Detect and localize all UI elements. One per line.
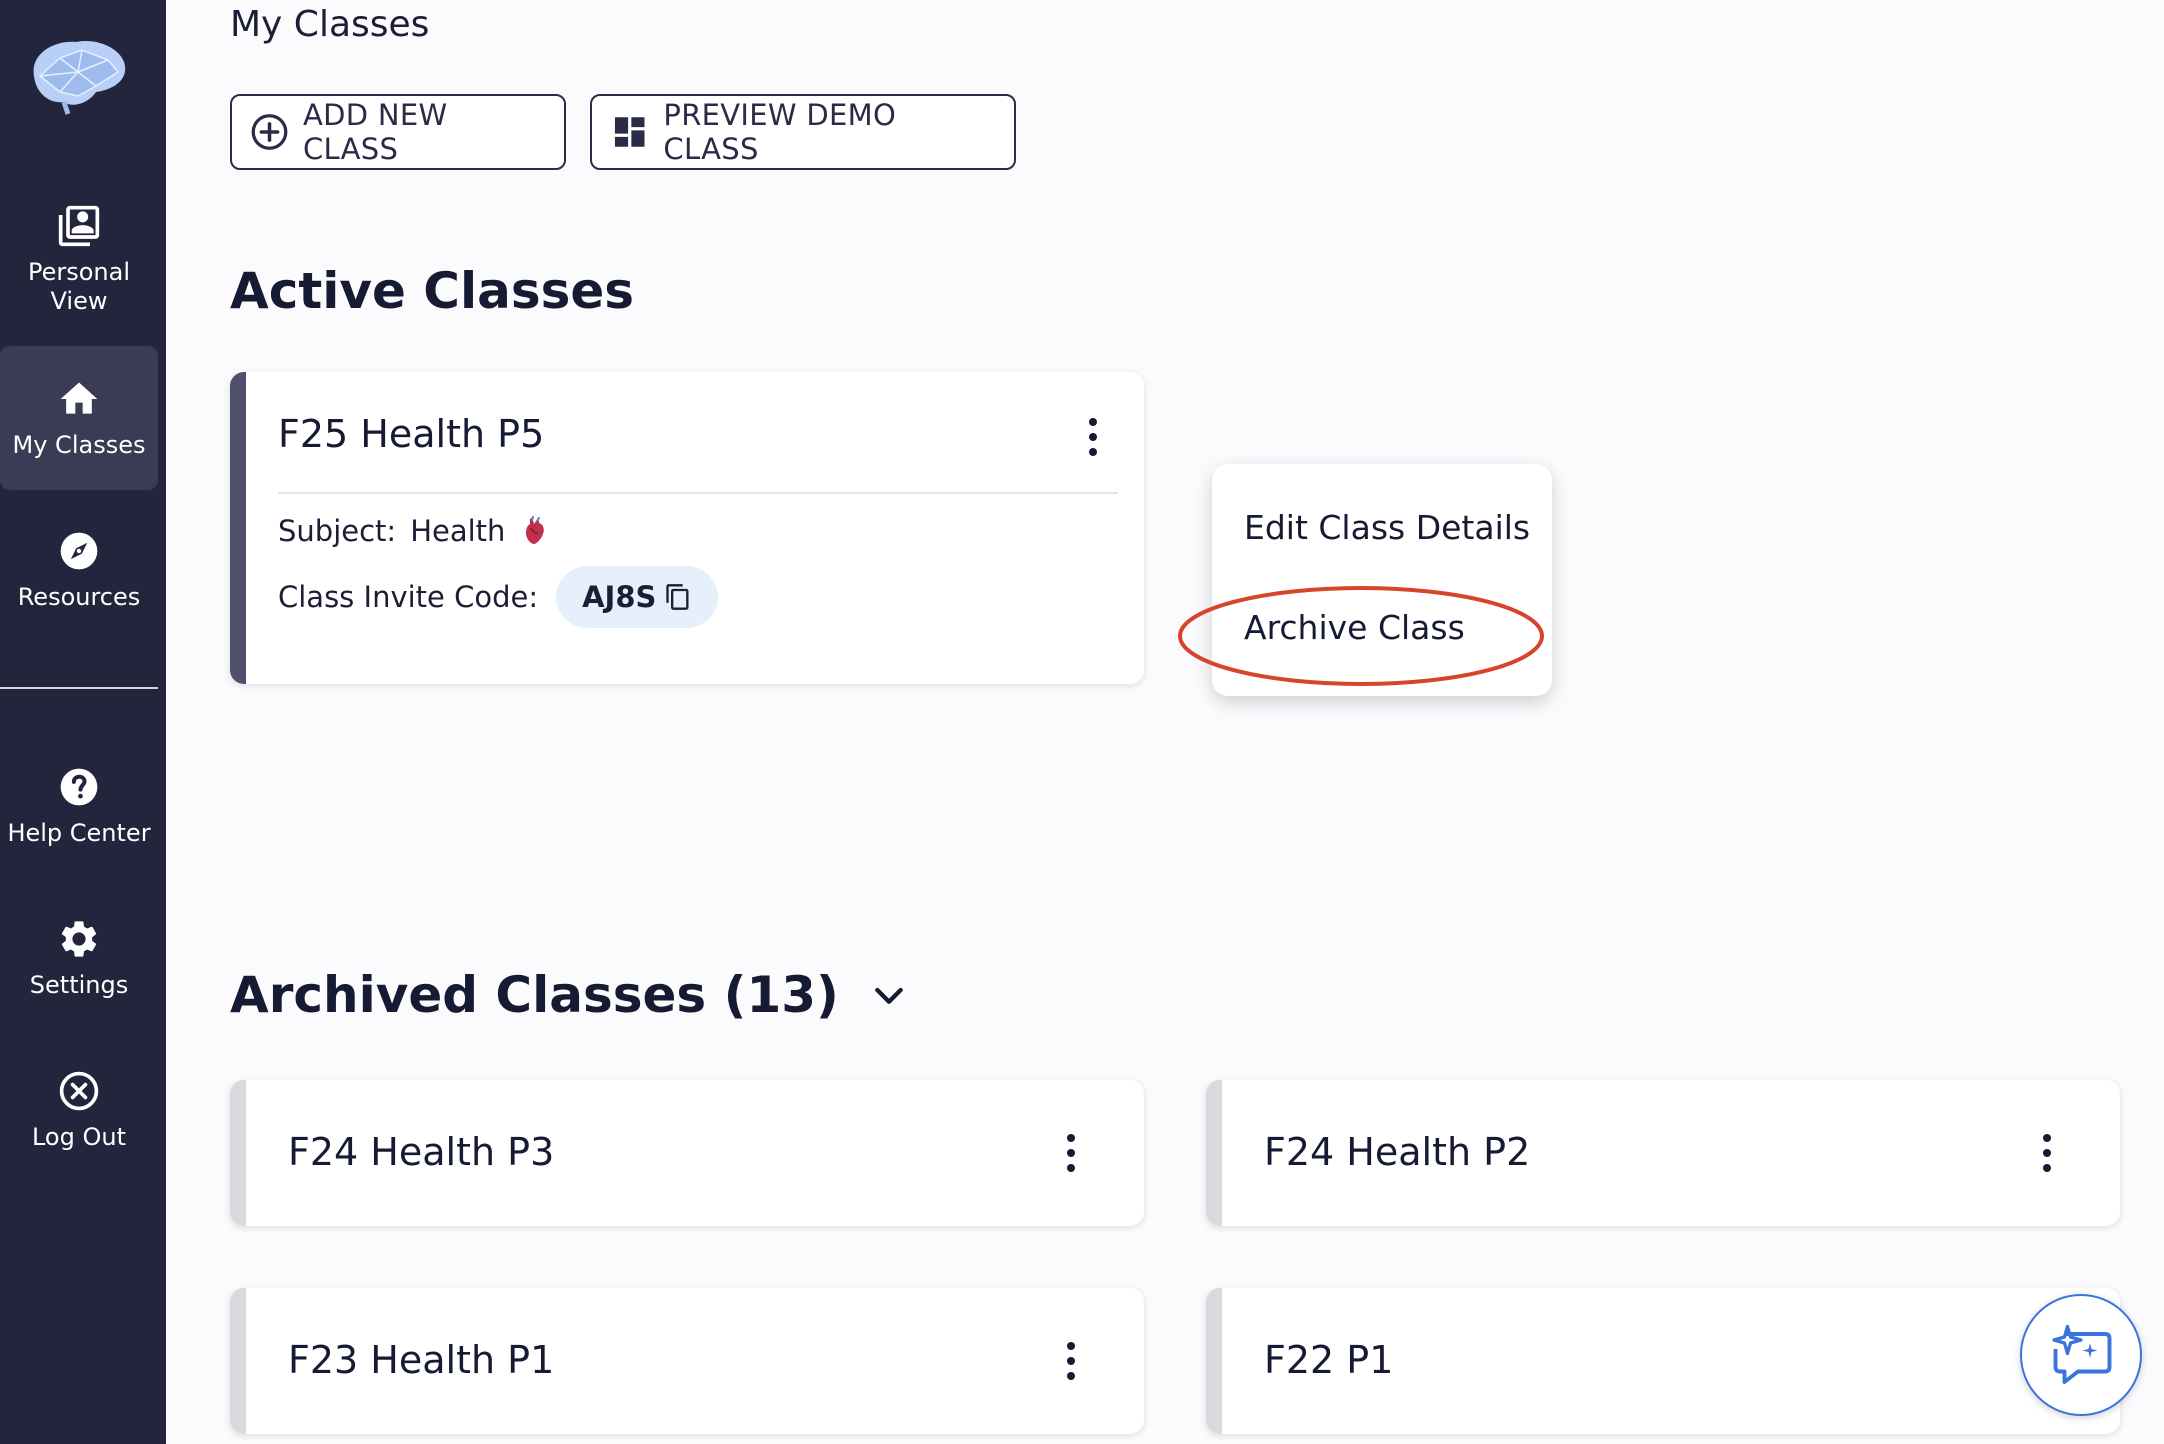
subject-label: Subject: bbox=[278, 514, 397, 548]
invite-code-chip[interactable]: AJ8S bbox=[556, 566, 719, 628]
sidebar-item-help-center[interactable]: Help Center bbox=[0, 734, 158, 878]
main-content: My Classes ADD NEW CLASS PREVIEW DEMO CL… bbox=[166, 0, 2164, 1444]
archived-classes-title: Archived Classes (13) bbox=[230, 966, 839, 1024]
compass-icon bbox=[60, 532, 98, 569]
sidebar-item-label: Log Out bbox=[31, 1122, 126, 1151]
archived-class-card[interactable]: F24 Health P2 bbox=[1206, 1080, 2120, 1226]
add-new-class-button[interactable]: ADD NEW CLASS bbox=[230, 94, 566, 170]
more-vert-icon[interactable] bbox=[1056, 1128, 1086, 1178]
invite-code-label: Class Invite Code: bbox=[278, 580, 539, 614]
class-name: F23 Health P1 bbox=[288, 1338, 555, 1382]
class-name: F22 P1 bbox=[1264, 1338, 1394, 1382]
close-circle-icon bbox=[59, 1071, 99, 1110]
invite-code-value: AJ8S bbox=[582, 580, 657, 614]
sidebar-item-label: Help Center bbox=[7, 818, 151, 847]
card-accent-bar bbox=[230, 1080, 246, 1226]
add-circle-icon bbox=[251, 114, 288, 150]
more-vert-icon[interactable] bbox=[2032, 1128, 2062, 1178]
add-new-class-label: ADD NEW CLASS bbox=[303, 98, 448, 166]
subject-value: Health bbox=[410, 514, 506, 548]
class-name: F25 Health P5 bbox=[278, 412, 545, 456]
more-vert-icon[interactable] bbox=[1078, 412, 1108, 462]
sidebar-item-label: Personal View bbox=[27, 258, 131, 315]
card-divider bbox=[278, 492, 1118, 494]
page-title: My Classes bbox=[230, 4, 430, 45]
sidebar-divider bbox=[0, 687, 158, 689]
brain-logo-icon[interactable] bbox=[26, 30, 130, 120]
sidebar: Personal View My Classes Resources Help … bbox=[0, 0, 166, 1444]
class-name: F24 Health P3 bbox=[288, 1130, 555, 1174]
card-accent-bar bbox=[230, 1288, 246, 1434]
menu-item-archive-class[interactable]: Archive Class bbox=[1244, 608, 1465, 647]
card-accent-bar bbox=[1206, 1080, 1222, 1226]
sidebar-item-settings[interactable]: Settings bbox=[0, 886, 158, 1030]
class-options-menu: Edit Class Details Archive Class bbox=[1212, 464, 1552, 696]
archived-class-card[interactable]: F23 Health P1 bbox=[230, 1288, 1144, 1434]
subject-row: Subject: Health bbox=[278, 514, 547, 548]
sidebar-item-label: Settings bbox=[29, 970, 129, 999]
copy-icon[interactable] bbox=[664, 582, 692, 612]
invite-code-row: Class Invite Code: AJ8S bbox=[278, 566, 719, 628]
card-accent-bar bbox=[1206, 1288, 1222, 1434]
menu-item-edit-class-details[interactable]: Edit Class Details bbox=[1244, 508, 1530, 547]
gear-icon bbox=[61, 920, 97, 957]
card-accent-bar bbox=[230, 372, 246, 684]
sidebar-item-log-out[interactable]: Log Out bbox=[0, 1038, 158, 1182]
more-vert-icon[interactable] bbox=[1056, 1336, 1086, 1386]
archived-class-card[interactable]: F24 Health P3 bbox=[230, 1080, 1144, 1226]
active-classes-heading: Active Classes bbox=[230, 262, 635, 320]
sidebar-item-label: Resources bbox=[17, 582, 141, 611]
dashboard-icon bbox=[614, 117, 645, 147]
sidebar-item-my-classes[interactable]: My Classes bbox=[0, 346, 158, 490]
sidebar-item-label: My Classes bbox=[12, 430, 146, 459]
archived-class-card[interactable]: F22 P1 bbox=[1206, 1288, 2120, 1434]
chevron-down-icon[interactable] bbox=[869, 975, 909, 1015]
preview-demo-class-button[interactable]: PREVIEW DEMO CLASS bbox=[590, 94, 1016, 170]
class-name: F24 Health P2 bbox=[1264, 1130, 1531, 1174]
archived-classes-heading[interactable]: Archived Classes (13) bbox=[230, 966, 909, 1024]
home-icon bbox=[60, 382, 98, 414]
sparkle-chat-icon bbox=[2052, 1324, 2112, 1384]
sidebar-item-resources[interactable]: Resources bbox=[0, 498, 158, 642]
help-icon bbox=[60, 768, 98, 805]
ai-chat-button[interactable] bbox=[2020, 1294, 2142, 1416]
sidebar-item-personal-view[interactable]: Personal View bbox=[0, 188, 158, 332]
anatomical-heart-icon bbox=[526, 516, 545, 544]
preview-demo-class-label: PREVIEW DEMO CLASS bbox=[663, 98, 897, 166]
portrait-stack-icon bbox=[58, 205, 100, 247]
